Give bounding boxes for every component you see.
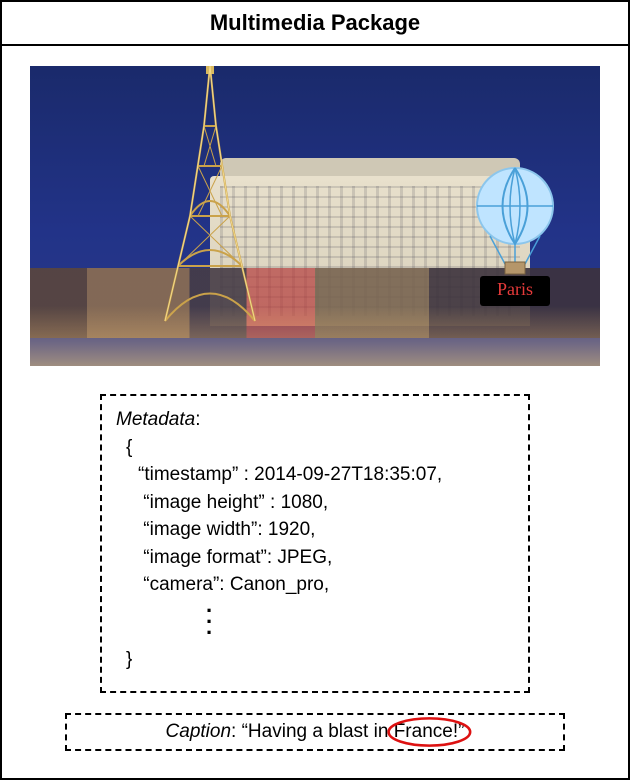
eiffel-tower-icon: [150, 66, 270, 326]
metadata-value: 2014-09-27T18:35:07,: [254, 464, 442, 485]
metadata-value: 1920,: [268, 519, 316, 540]
metadata-row: “image width”: 1920,: [116, 516, 514, 544]
metadata-row: “timestamp” : 2014-09-27T18:35:07,: [116, 461, 514, 489]
metadata-key: “image height”: [143, 492, 264, 513]
metadata-label-text: Metadata: [116, 409, 195, 430]
metadata-close-brace: }: [116, 646, 514, 674]
caption-text-prefix: “Having a blast in: [242, 721, 394, 742]
metadata-key: “image format”: [143, 547, 267, 568]
package-frame: Multimedia Package: [0, 0, 630, 780]
caption-box: Caption: “Having a blast in France!”: [65, 713, 565, 751]
metadata-label: Metadata:: [116, 406, 514, 434]
caption-circled-word: France!”: [394, 721, 465, 743]
metadata-row: “image height” : 1080,: [116, 489, 514, 517]
city-light-glow: [30, 306, 600, 366]
metadata-box: Metadata: { “timestamp” : 2014-09-27T18:…: [100, 394, 530, 693]
vertical-ellipsis-icon: ...: [116, 599, 514, 632]
metadata-value: 1080,: [281, 492, 329, 513]
caption-circled-text: France!”: [394, 721, 465, 742]
metadata-value: JPEG,: [277, 547, 332, 568]
metadata-key: “timestamp”: [138, 464, 238, 485]
metadata-open-brace: {: [116, 434, 514, 462]
metadata-row: “image format”: JPEG,: [116, 544, 514, 572]
photo: Paris: [30, 66, 600, 366]
content-area: Paris Metadata: { “timestamp” : 2014-09-…: [2, 46, 628, 778]
spacer: [116, 632, 514, 646]
paris-sign: Paris: [480, 276, 550, 306]
caption-label: Caption: [166, 721, 232, 742]
metadata-row: “camera”: Canon_pro,: [116, 571, 514, 599]
metadata-key: “image width”: [143, 519, 257, 540]
balloon-icon: [470, 166, 560, 286]
metadata-value: Canon_pro,: [230, 574, 329, 595]
page-title: Multimedia Package: [2, 2, 628, 46]
